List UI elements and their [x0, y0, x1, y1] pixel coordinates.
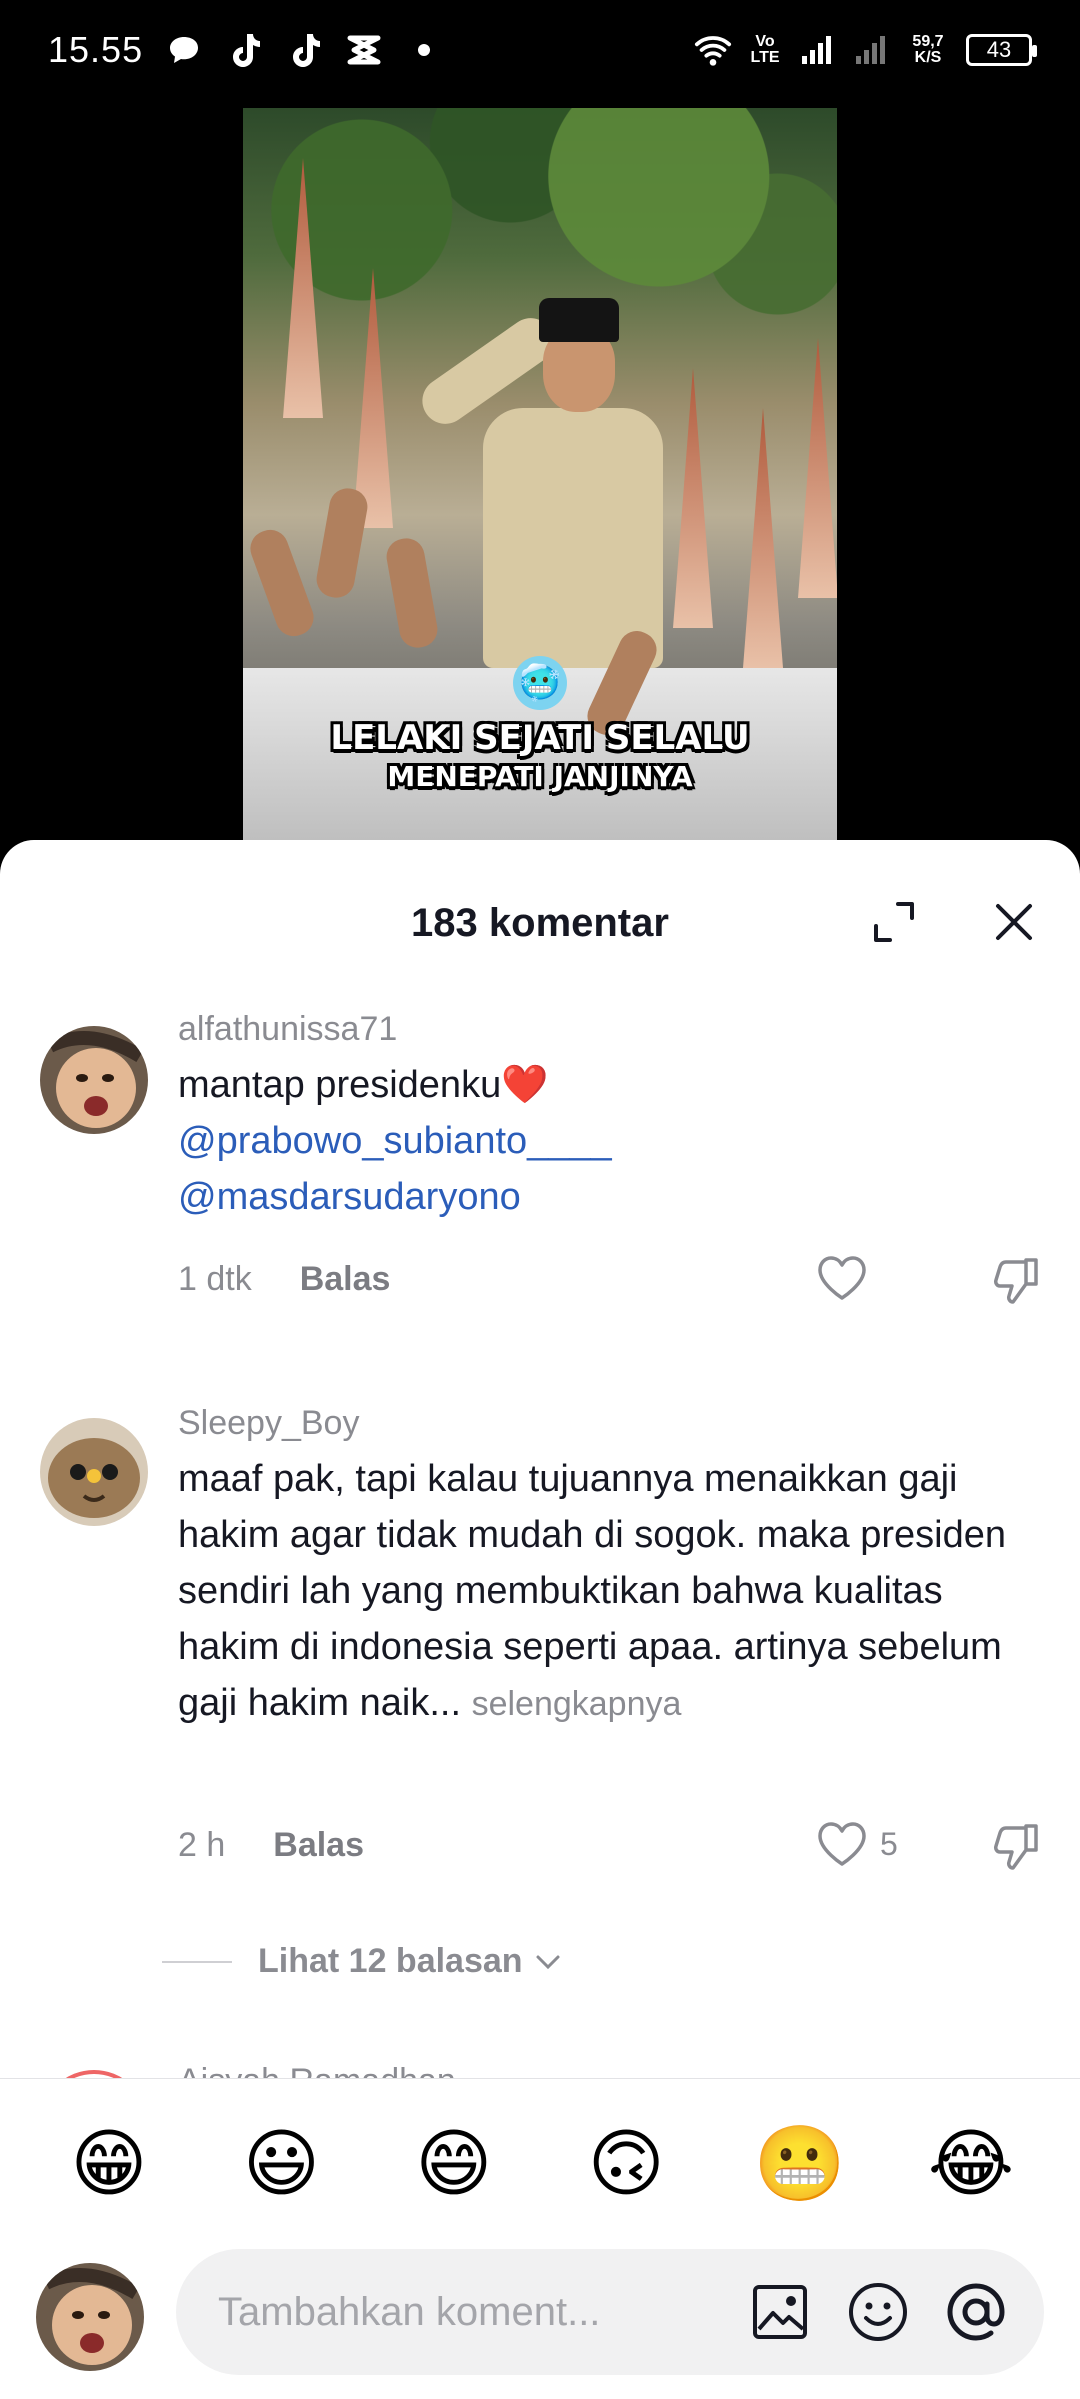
video-raised-hand: [245, 524, 319, 642]
expand-button[interactable]: [864, 892, 924, 952]
tiktok-notification-icon: [225, 31, 263, 69]
mention-button[interactable]: [944, 2280, 1008, 2344]
comment-text-content: mantap presidenku❤️: [178, 1064, 549, 1106]
capcut-notification-icon: [345, 31, 383, 69]
mention-link[interactable]: @masdarsudaryono: [178, 1169, 1040, 1225]
more-notifications-dot-icon: [405, 31, 443, 69]
emoji-grin-button[interactable]: 😁: [64, 2119, 154, 2209]
video-preview[interactable]: 🥶 LELAKI SEJATI SELALU MENEPATI JANJINYA: [243, 108, 837, 848]
like-button[interactable]: [816, 1254, 868, 1302]
comment-compose-panel: 😁 😃 😄 🙃 😬 😂 Tambahkan koment...: [0, 2078, 1080, 2399]
video-raised-hand: [383, 535, 441, 651]
comment-text: maaf pak, tapi kalau tujuannya menaikkan…: [178, 1451, 1040, 1732]
avatar[interactable]: [40, 1418, 148, 1526]
status-time: 15.55: [48, 29, 144, 70]
comment-username[interactable]: alfathunissa71: [178, 1010, 1040, 1049]
comments-header: 183 komentar: [0, 840, 1080, 980]
quick-emoji-bar: 😁 😃 😄 🙃 😬 😂: [0, 2119, 1080, 2209]
emoji-picker-button[interactable]: [846, 2280, 910, 2344]
thumbs-down-icon: [994, 1258, 1038, 1304]
comment-text: mantap presidenku❤️ @prabowo_subianto___…: [178, 1057, 1040, 1225]
signal-strength-icon: [798, 31, 836, 69]
video-raised-hand: [313, 485, 371, 601]
chevron-down-icon: [536, 1955, 560, 1969]
view-replies-button[interactable]: Lihat 12 balasan: [162, 1942, 563, 1981]
comment-time: 2 h: [178, 1826, 226, 1864]
at-icon: [947, 2283, 1005, 2341]
thumbs-down-icon: [994, 1824, 1038, 1870]
close-button[interactable]: [984, 892, 1044, 952]
video-caption-line2: MENEPATI JANJINYA: [387, 760, 693, 793]
image-icon: [753, 2285, 807, 2339]
my-avatar: [36, 2263, 144, 2371]
like-button[interactable]: 5: [816, 1820, 898, 1868]
battery-level: 43: [986, 37, 1012, 62]
signal-strength-sim2-icon: [852, 31, 890, 69]
comments-count-title: 183 komentar: [411, 900, 669, 945]
comment-time: 1 dtk: [178, 1260, 252, 1298]
wifi-icon: [694, 31, 732, 69]
close-icon: [996, 904, 1032, 940]
reply-button[interactable]: Balas: [273, 1826, 364, 1865]
reply-button[interactable]: Balas: [300, 1260, 391, 1299]
status-bar: 15.55 Vo LTE 59,7 K/S 43: [0, 0, 1080, 100]
heart-icon: [818, 1256, 866, 1300]
network-speed: 59,7 K/S: [906, 34, 950, 66]
view-replies-label: Lihat 12 balasan: [258, 1942, 523, 1980]
avatar[interactable]: [40, 1026, 148, 1134]
comment-input[interactable]: Tambahkan koment...: [176, 2249, 1044, 2375]
emoji-upside-down-button[interactable]: 🙃: [581, 2119, 671, 2209]
comment-meta: 2 h Balas: [178, 1826, 364, 1865]
next-comment-username: Aisyah Ramadhan: [178, 2062, 456, 2078]
tiktok-notification-icon-2: [285, 31, 323, 69]
see-more-link[interactable]: selengkapnya: [472, 1685, 682, 1723]
emoji-smile-eyes-button[interactable]: 😄: [409, 2119, 499, 2209]
battery-icon: 43: [966, 34, 1037, 66]
emoji-joy-button[interactable]: 😂: [926, 2119, 1016, 2209]
chat-notification-icon: [165, 31, 203, 69]
compose-row: Tambahkan koment...: [0, 2249, 1080, 2379]
smiley-icon: [849, 2283, 907, 2341]
emoji-grimace-button[interactable]: 😬: [754, 2119, 846, 2209]
comment-meta: 1 dtk Balas: [178, 1260, 390, 1299]
network-speed-unit: K/S: [914, 49, 942, 66]
heart-icon: [818, 1822, 866, 1866]
volte-icon: Vo LTE: [750, 33, 780, 66]
comment-input-placeholder: Tambahkan koment...: [218, 2289, 601, 2334]
network-speed-value: 59,7: [912, 33, 944, 50]
emoji-smile-button[interactable]: 😃: [236, 2119, 326, 2209]
dislike-button[interactable]: [990, 1254, 1042, 1311]
dislike-button[interactable]: [990, 1820, 1042, 1877]
like-count: 5: [880, 1825, 898, 1862]
comment-username[interactable]: Sleepy_Boy: [178, 1404, 1040, 1443]
mention-link[interactable]: @prabowo_subianto____: [178, 1113, 1040, 1169]
video-saluting-man: [413, 298, 673, 678]
expand-icon: [874, 902, 914, 942]
replies-divider: [162, 1960, 232, 1963]
video-caption-line1: LELAKI SEJATI SELALU: [330, 718, 750, 758]
image-button[interactable]: [748, 2280, 812, 2344]
video-cold-face-emoji: 🥶: [513, 656, 567, 710]
